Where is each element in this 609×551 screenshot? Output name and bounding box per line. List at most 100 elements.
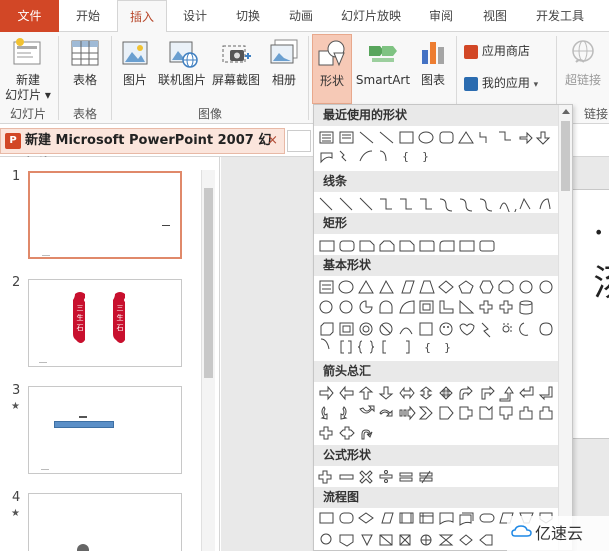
slide-panel-scrollbar[interactable]	[201, 170, 215, 551]
text-placeholder	[79, 416, 87, 418]
chart-icon	[422, 42, 444, 64]
svg-text:生: 生	[77, 313, 84, 322]
album-button[interactable]: 相册	[264, 36, 304, 88]
shapes-icon	[318, 40, 345, 67]
section-lines: 线条	[314, 171, 572, 192]
powerpoint-icon: P	[5, 133, 21, 149]
section-flowchart: 流程图	[314, 487, 572, 508]
gallery-scrollbar[interactable]	[558, 105, 572, 550]
group-separator	[111, 36, 112, 120]
svg-text:石: 石	[117, 324, 124, 332]
section-basic-shapes: 基本形状	[314, 255, 572, 276]
tab-design[interactable]: 设计	[170, 0, 220, 32]
picture-icon	[122, 41, 148, 65]
chart-button[interactable]: 图表	[414, 36, 452, 88]
shapes-gallery: 最近使用的形状 { } 线条 矩形 基本形状 {} 箭头总汇 公式形状 流程图	[313, 104, 573, 551]
tab-review[interactable]: 审阅	[416, 0, 466, 32]
recent-shapes-row[interactable]: { }	[318, 129, 558, 169]
powerpoint-window: { "tabs": [ {"label": "文件", "name": "tab…	[0, 0, 609, 551]
tab-file[interactable]: 文件	[0, 0, 59, 32]
svg-text:三: 三	[117, 304, 124, 312]
blue-bar-shape	[54, 421, 114, 428]
shapes-label: 形状	[319, 74, 344, 88]
lines-row[interactable]	[318, 196, 558, 212]
tab-slideshow[interactable]: 幻灯片放映	[330, 0, 412, 32]
my-apps-button[interactable]: 我的应用 ▾	[464, 74, 554, 91]
slide-number: 4	[12, 490, 21, 505]
svg-text:}: }	[444, 341, 451, 354]
app-store-label: 应用商店	[481, 44, 530, 58]
apps-icon	[464, 76, 478, 91]
seal-image: 三 生 石 三 生 石	[39, 292, 125, 363]
picture-label: 图片	[122, 73, 147, 87]
screenshot-button[interactable]: 屏幕截图	[210, 36, 262, 88]
new-tab-button[interactable]	[287, 130, 311, 152]
watermark: 亿速云	[507, 516, 609, 551]
svg-text:石: 石	[77, 324, 84, 332]
document-tab[interactable]: P 新建 Microsoft PowerPoint 2007 幻灯片 ×	[0, 128, 285, 172]
smartart-label: SmartArt	[355, 73, 411, 87]
new-slide-label-2: 幻灯片 ▾	[5, 88, 51, 102]
text-placeholder	[162, 225, 170, 226]
tab-animations[interactable]: 动画	[276, 0, 326, 32]
tab-insert[interactable]: 插入	[117, 0, 167, 33]
close-icon[interactable]: ×	[267, 129, 278, 153]
screenshot-label: 屏幕截图	[211, 73, 260, 87]
group-label-links: 链接	[583, 107, 608, 121]
online-picture-icon	[169, 41, 198, 68]
scroll-up-arrow-icon[interactable]	[562, 109, 570, 114]
slide-thumbnail-2[interactable]: 三 生 石 三 生 石	[28, 279, 182, 367]
slide-thumbnail-1[interactable]	[28, 171, 182, 259]
gallery-scrollbar-thumb[interactable]	[561, 121, 570, 191]
slide-thumbnail-4[interactable]	[28, 493, 182, 551]
table-button[interactable]: 表格	[62, 36, 108, 88]
hyperlink-label: 超链接	[564, 73, 601, 87]
section-block-arrows: 箭头总汇	[314, 361, 572, 382]
online-picture-label: 联机图片	[157, 73, 206, 87]
group-separator	[58, 36, 59, 120]
slide-thumbnail-panel: 1 2 三 生 石 三 生 石 3 ★ 4 ★	[0, 157, 220, 551]
animation-star-icon: ★	[11, 508, 20, 519]
tab-view[interactable]: 视图	[470, 0, 520, 32]
svg-text:生: 生	[117, 313, 124, 322]
table-label: 表格	[72, 73, 97, 87]
hyperlink-button[interactable]: 超链接	[560, 36, 606, 88]
svg-text:{: {	[424, 341, 431, 354]
new-slide-button[interactable]: 新建 幻灯片 ▾	[2, 36, 54, 103]
store-icon	[464, 44, 478, 59]
slide-number: 1	[12, 169, 21, 184]
online-picture-button[interactable]: 联机图片	[156, 36, 208, 88]
shapes-button[interactable]: 形状	[312, 34, 352, 104]
svg-text:三: 三	[77, 304, 84, 312]
slide-thumbnail-3[interactable]	[28, 386, 182, 474]
chevron-down-icon: ▾	[533, 80, 539, 90]
svg-text:}: }	[422, 150, 429, 163]
group-label-slides: 幻灯片	[9, 107, 46, 121]
chart-label: 图表	[420, 73, 445, 87]
tab-developer[interactable]: 开发工具	[525, 0, 595, 32]
tab-transitions[interactable]: 切换	[223, 0, 273, 32]
album-icon	[270, 39, 298, 64]
equation-shapes-row[interactable]	[318, 469, 558, 485]
screenshot-icon	[222, 45, 251, 63]
app-store-button[interactable]: 应用商店	[464, 42, 554, 59]
watermark-text: 亿速云	[535, 524, 584, 543]
svg-text:{: {	[402, 150, 409, 163]
ribbon-tab-bar: 文件 开始 插入 设计 切换 动画 幻灯片放映 审阅 视图 开发工具	[0, 0, 609, 33]
slide-number: 2	[12, 275, 21, 290]
tab-home[interactable]: 开始	[62, 0, 114, 32]
basic-shapes-rows[interactable]: { }	[318, 279, 558, 359]
rectangles-row[interactable]	[318, 238, 558, 254]
picture-button[interactable]: 图片	[115, 36, 155, 88]
scrollbar-thumb[interactable]	[204, 188, 213, 378]
footer-mark	[42, 255, 50, 256]
album-label: 相册	[271, 73, 296, 87]
slide-number: 3	[12, 383, 21, 398]
hyperlink-icon	[572, 40, 594, 63]
group-label-tables: 表格	[72, 107, 97, 121]
smartart-button[interactable]: SmartArt	[355, 36, 411, 88]
block-arrows-rows[interactable]	[318, 385, 558, 445]
new-slide-icon	[13, 38, 41, 65]
image-shape	[77, 544, 89, 551]
group-label-images: 图像	[197, 107, 222, 121]
